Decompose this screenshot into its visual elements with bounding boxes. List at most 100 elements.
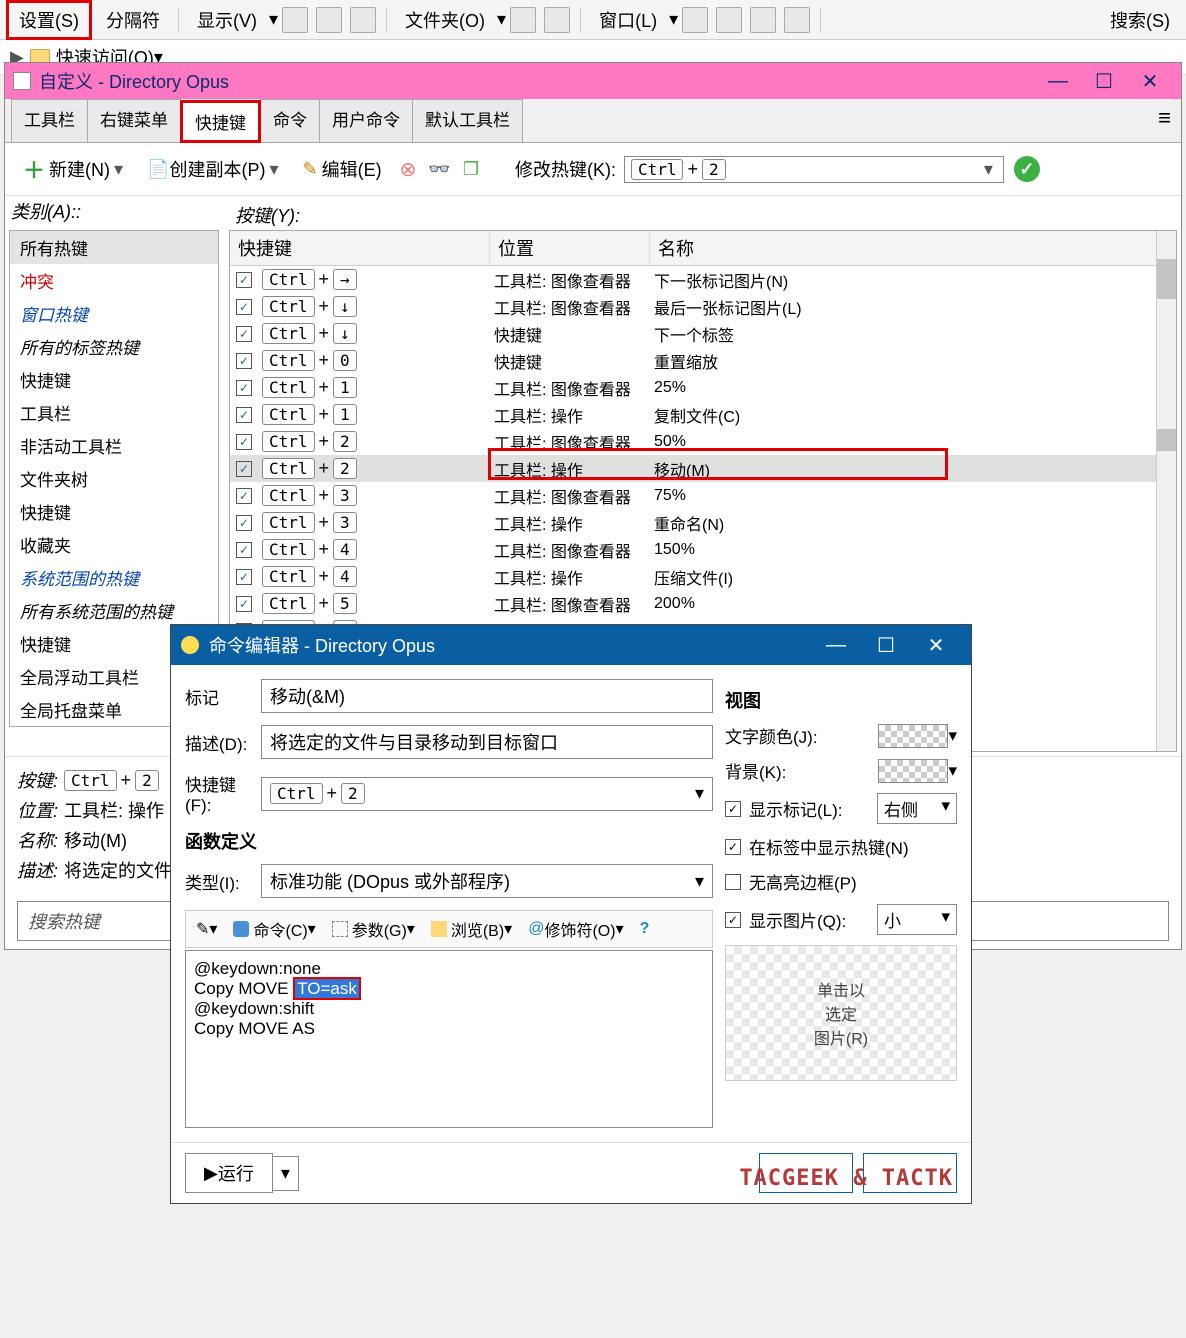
- table-header[interactable]: 快捷键 位置 名称: [230, 231, 1176, 266]
- chevron-down-icon[interactable]: ▾: [497, 9, 506, 30]
- menu-settings[interactable]: 设置(S): [6, 0, 92, 40]
- scrollbar[interactable]: [1156, 231, 1176, 751]
- text-color-swatch[interactable]: [878, 724, 948, 748]
- category-item[interactable]: 工具栏: [10, 396, 218, 429]
- tab-hotkeys[interactable]: 快捷键: [180, 100, 261, 143]
- run-button[interactable]: ▶ 运行: [185, 1153, 273, 1193]
- tab-user-commands[interactable]: 用户命令: [319, 99, 413, 142]
- row-checkbox[interactable]: ✓: [236, 515, 252, 531]
- col-name[interactable]: 名称: [650, 231, 1176, 265]
- confirm-icon[interactable]: ✓: [1014, 156, 1040, 182]
- args-menu[interactable]: 参数(G) ▾: [326, 915, 421, 943]
- show-image-checkbox[interactable]: ✓: [725, 912, 741, 928]
- row-checkbox[interactable]: ✓: [236, 488, 252, 504]
- row-checkbox[interactable]: ✓: [236, 542, 252, 558]
- tab-toolbar[interactable]: 工具栏: [11, 99, 88, 142]
- find-icon[interactable]: 👓: [428, 159, 450, 180]
- table-row[interactable]: ✓Ctrl+0快捷键重置缩放: [230, 347, 1176, 374]
- hotkey-input[interactable]: Ctrl+2 ▾: [624, 156, 1004, 183]
- table-row[interactable]: ✓Ctrl+5工具栏: 图像查看器200%: [230, 590, 1176, 617]
- tab-commands[interactable]: 命令: [260, 99, 320, 142]
- code-textarea[interactable]: @keydown:none Copy MOVE TO=ask @keydown:…: [185, 950, 713, 1128]
- col-hotkey[interactable]: 快捷键: [230, 231, 490, 265]
- menu-display[interactable]: 显示(V): [187, 3, 267, 37]
- dialog-title-bar[interactable]: 自定义 - Directory Opus — ☐ ✕: [5, 63, 1181, 99]
- image-size-select[interactable]: 小▾: [877, 904, 957, 935]
- folder-icon-2[interactable]: [544, 7, 570, 33]
- duplicate-button[interactable]: 📄 创建副本(P) ▾: [139, 152, 290, 186]
- copy-icon[interactable]: ❐: [463, 159, 479, 180]
- chevron-down-icon[interactable]: ▾: [669, 9, 678, 30]
- table-row[interactable]: ✓Ctrl+→工具栏: 图像查看器下一张标记图片(N): [230, 266, 1176, 293]
- show-hotkey-checkbox[interactable]: ✓: [725, 839, 741, 855]
- view-icon-1[interactable]: [282, 7, 308, 33]
- layout-icon-4[interactable]: [784, 7, 810, 33]
- cmd-menu[interactable]: 命令(C) ▾: [227, 915, 321, 943]
- category-item[interactable]: 所有的标签热键: [10, 330, 218, 363]
- row-checkbox[interactable]: ✓: [236, 569, 252, 585]
- maximize-button[interactable]: ☐: [861, 633, 911, 658]
- no-highlight-checkbox[interactable]: [725, 874, 741, 890]
- desc-input[interactable]: 将选定的文件与目录移动到目标窗口: [261, 725, 713, 759]
- row-checkbox[interactable]: ✓: [236, 353, 252, 369]
- table-row[interactable]: ✓Ctrl+3工具栏: 操作重命名(N): [230, 509, 1176, 536]
- close-button[interactable]: ✕: [1127, 69, 1173, 94]
- modifier-menu[interactable]: @ 修饰符(O) ▾: [522, 915, 629, 943]
- table-row[interactable]: ✓Ctrl+4工具栏: 图像查看器150%: [230, 536, 1176, 563]
- table-row[interactable]: ✓Ctrl+↓工具栏: 图像查看器最后一张标记图片(L): [230, 293, 1176, 320]
- menu-folder[interactable]: 文件夹(O): [395, 3, 495, 37]
- layout-icon-1[interactable]: [682, 7, 708, 33]
- new-button[interactable]: ＋新建(N) ▾: [15, 149, 135, 189]
- category-item[interactable]: 系统范围的热键: [10, 561, 218, 594]
- tab-default-toolbars[interactable]: 默认工具栏: [412, 99, 523, 142]
- mark-input[interactable]: 移动(&M): [261, 679, 713, 713]
- cmd-title-bar[interactable]: 命令编辑器 - Directory Opus — ☐ ✕: [171, 625, 971, 665]
- row-checkbox[interactable]: ✓: [236, 461, 252, 477]
- table-row[interactable]: ✓Ctrl+3工具栏: 图像查看器75%: [230, 482, 1176, 509]
- category-item[interactable]: 所有热键: [10, 231, 218, 264]
- minimize-button[interactable]: —: [1035, 70, 1081, 93]
- row-checkbox[interactable]: ✓: [236, 407, 252, 423]
- chevron-down-icon[interactable]: ▾: [269, 9, 278, 30]
- help-icon[interactable]: ?: [634, 918, 656, 940]
- menu-separator[interactable]: 分隔符: [96, 3, 170, 37]
- row-checkbox[interactable]: ✓: [236, 380, 252, 396]
- hamburger-icon[interactable]: ≡: [1158, 105, 1171, 131]
- edit-icon[interactable]: ✎▾: [190, 917, 223, 941]
- row-checkbox[interactable]: ✓: [236, 272, 252, 288]
- view-icon-2[interactable]: [316, 7, 342, 33]
- table-row[interactable]: ✓Ctrl+2工具栏: 图像查看器50%: [230, 428, 1176, 455]
- layout-icon-3[interactable]: [750, 7, 776, 33]
- row-checkbox[interactable]: ✓: [236, 326, 252, 342]
- run-dropdown[interactable]: ▾: [272, 1156, 299, 1191]
- category-item[interactable]: 快捷键: [10, 495, 218, 528]
- tab-context-menu[interactable]: 右键菜单: [87, 99, 181, 142]
- folder-icon-1[interactable]: [510, 7, 536, 33]
- delete-icon[interactable]: ⊗: [400, 157, 417, 182]
- table-row[interactable]: ✓Ctrl+1工具栏: 图像查看器25%: [230, 374, 1176, 401]
- maximize-button[interactable]: ☐: [1081, 69, 1127, 94]
- close-button[interactable]: ✕: [911, 633, 961, 658]
- category-item[interactable]: 文件夹树: [10, 462, 218, 495]
- browse-menu[interactable]: 浏览(B) ▾: [425, 915, 518, 943]
- category-item[interactable]: 快捷键: [10, 363, 218, 396]
- table-row[interactable]: ✓Ctrl+1工具栏: 操作复制文件(C): [230, 401, 1176, 428]
- minimize-button[interactable]: —: [811, 634, 861, 657]
- type-select[interactable]: 标准功能 (DOpus 或外部程序)▾: [261, 864, 713, 898]
- view-icon-3[interactable]: [350, 7, 376, 33]
- col-location[interactable]: 位置: [490, 231, 650, 265]
- edit-button[interactable]: ✎编辑(E): [295, 152, 390, 186]
- category-item[interactable]: 窗口热键: [10, 297, 218, 330]
- hotkey-input[interactable]: Ctrl+2 ▾: [261, 777, 713, 811]
- category-item[interactable]: 收藏夹: [10, 528, 218, 561]
- menu-search[interactable]: 搜索(S): [1100, 3, 1180, 37]
- table-row[interactable]: ✓Ctrl+4工具栏: 操作压缩文件(I): [230, 563, 1176, 590]
- table-row[interactable]: ✓Ctrl+2工具栏: 操作移动(M): [230, 455, 1176, 482]
- show-mark-select[interactable]: 右侧▾: [877, 793, 957, 824]
- row-checkbox[interactable]: ✓: [236, 434, 252, 450]
- layout-icon-2[interactable]: [716, 7, 742, 33]
- menu-window[interactable]: 窗口(L): [589, 3, 667, 37]
- table-row[interactable]: ✓Ctrl+↓快捷键下一个标签: [230, 320, 1176, 347]
- bg-swatch[interactable]: [878, 759, 948, 783]
- category-item[interactable]: 所有系统范围的热键: [10, 594, 218, 627]
